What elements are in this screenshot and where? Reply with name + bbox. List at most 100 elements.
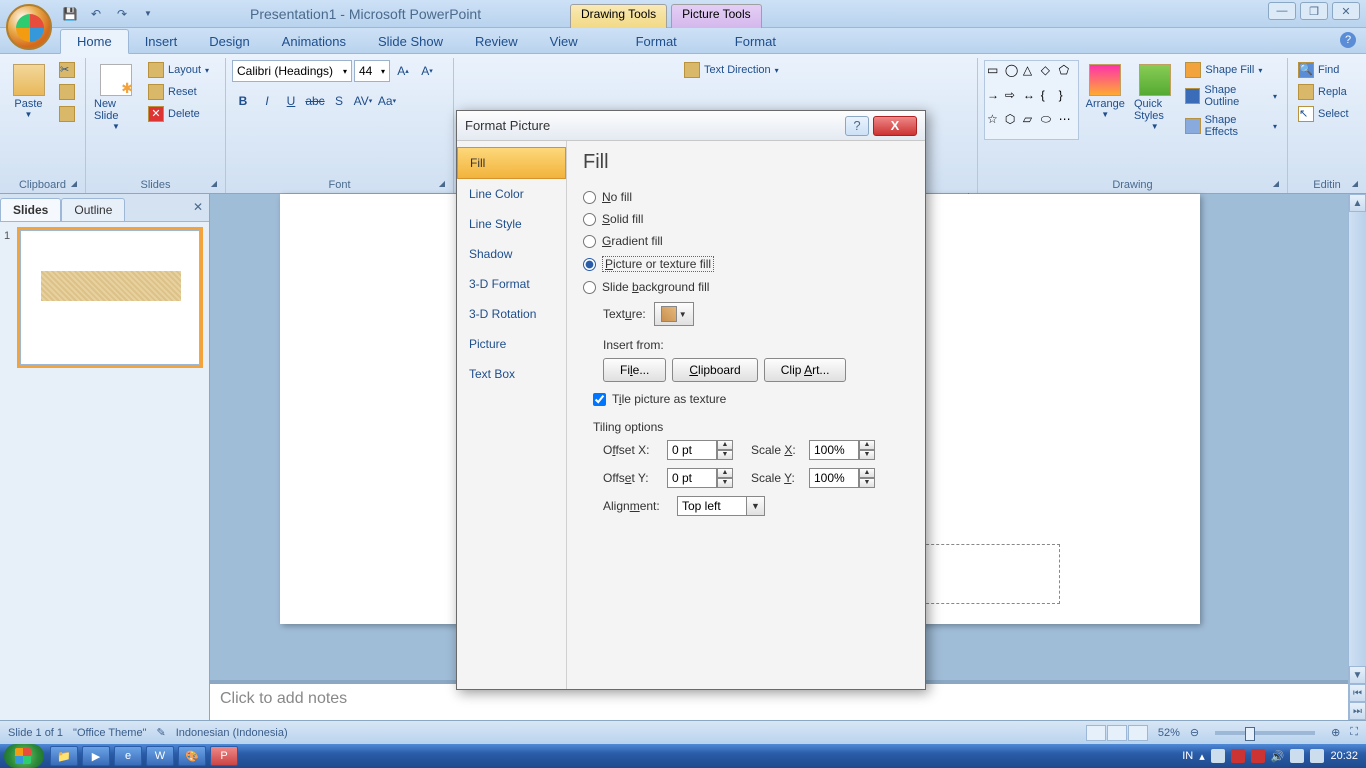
tray-icon[interactable] [1290, 749, 1304, 763]
nav-line-color[interactable]: Line Color [457, 179, 566, 209]
change-case-button[interactable]: Aa▾ [376, 90, 398, 112]
vertical-scrollbar[interactable]: ▲ ▼ ⏮ ⏭ [1348, 194, 1366, 720]
spin-down-icon[interactable]: ▼ [859, 450, 875, 460]
offset-y-spinner[interactable]: ▲▼ [667, 468, 733, 488]
offset-x-spinner[interactable]: ▲▼ [667, 440, 733, 460]
dialog-close-button[interactable]: X [873, 116, 917, 136]
shape-outline-button[interactable]: Shape Outline ▾ [1181, 82, 1281, 110]
zoom-level[interactable]: 52% [1158, 727, 1180, 739]
nav-shadow[interactable]: Shadow [457, 239, 566, 269]
zoom-in-button[interactable]: ⊕ [1331, 726, 1340, 739]
tile-checkbox[interactable] [593, 393, 606, 406]
dialog-titlebar[interactable]: Format Picture ? X [457, 111, 925, 141]
restore-button[interactable]: ❐ [1300, 2, 1328, 20]
tray-icon[interactable] [1251, 749, 1265, 763]
radio-gradient-fill[interactable]: Gradient fill [583, 230, 909, 252]
prev-slide-icon[interactable]: ⏮ [1349, 684, 1366, 702]
normal-view-button[interactable] [1086, 725, 1106, 741]
radio-slide-bg-fill[interactable]: Slide background fill [583, 276, 909, 298]
spin-down-icon[interactable]: ▼ [859, 478, 875, 488]
spin-up-icon[interactable]: ▲ [717, 440, 733, 450]
scale-x-spinner[interactable]: ▲▼ [809, 440, 875, 460]
radio-no-fill[interactable]: No fill [583, 186, 909, 208]
radio-picture-fill[interactable]: Picture or texture fill [583, 252, 909, 276]
spellcheck-icon[interactable]: ✎ [156, 726, 165, 739]
tab-animations[interactable]: Animations [266, 30, 362, 53]
chevron-down-icon[interactable]: ▼ [747, 496, 765, 516]
slide-thumbnail[interactable] [20, 230, 200, 365]
dialog-help-button[interactable]: ? [845, 116, 869, 136]
qat-dropdown-icon[interactable]: ▼ [138, 4, 158, 24]
tab-format-picture[interactable]: Format [719, 30, 792, 53]
tray-network-icon[interactable] [1310, 749, 1324, 763]
spin-up-icon[interactable]: ▲ [859, 440, 875, 450]
copy-button[interactable] [55, 82, 79, 102]
task-ie[interactable]: e [114, 746, 142, 766]
close-panel-icon[interactable]: ✕ [193, 200, 203, 214]
nav-3d-format[interactable]: 3-D Format [457, 269, 566, 299]
task-word[interactable]: W [146, 746, 174, 766]
zoom-slider[interactable] [1215, 731, 1315, 735]
tab-slideshow[interactable]: Slide Show [362, 30, 459, 53]
thumbnails[interactable]: 1 [0, 222, 209, 720]
clipboard-button[interactable]: Clipboard [672, 358, 757, 382]
quick-styles-button[interactable]: Quick Styles▼ [1132, 60, 1177, 135]
task-media[interactable]: ▶ [82, 746, 110, 766]
shape-effects-button[interactable]: Shape Effects ▾ [1181, 112, 1281, 140]
spin-down-icon[interactable]: ▼ [717, 478, 733, 488]
font-name-combo[interactable]: Calibri (Headings)▾ [232, 60, 352, 82]
select-button[interactable]: ↖Select [1294, 104, 1353, 124]
nav-text-box[interactable]: Text Box [457, 359, 566, 389]
scale-y-spinner[interactable]: ▲▼ [809, 468, 875, 488]
save-icon[interactable]: 💾 [60, 4, 80, 24]
minimize-button[interactable]: ― [1268, 2, 1296, 20]
tray-icon[interactable] [1231, 749, 1245, 763]
replace-button[interactable]: Repla [1294, 82, 1353, 102]
nav-3d-rotation[interactable]: 3-D Rotation [457, 299, 566, 329]
tab-view[interactable]: View [534, 30, 594, 53]
task-explorer[interactable]: 📁 [50, 746, 78, 766]
shrink-font-button[interactable]: A▾ [416, 60, 438, 82]
tab-design[interactable]: Design [193, 30, 265, 53]
format-painter-button[interactable] [55, 104, 79, 124]
arrange-button[interactable]: Arrange▼ [1083, 60, 1128, 123]
slideshow-view-button[interactable] [1128, 725, 1148, 741]
nav-line-style[interactable]: Line Style [457, 209, 566, 239]
font-size-combo[interactable]: 44▾ [354, 60, 390, 82]
picture-tools-tab[interactable]: Picture Tools [671, 4, 761, 28]
tray-icon[interactable] [1211, 749, 1225, 763]
tray-clock[interactable]: 20:32 [1330, 750, 1358, 762]
tray-arrow-icon[interactable]: ▴ [1199, 750, 1205, 763]
tab-slides[interactable]: Slides [0, 198, 61, 222]
grow-font-button[interactable]: A▴ [392, 60, 414, 82]
char-spacing-button[interactable]: AV▾ [352, 90, 374, 112]
text-direction-button[interactable]: Text Direction ▾ [680, 60, 783, 80]
new-slide-button[interactable]: ✱ New Slide ▼ [92, 60, 140, 135]
bold-button[interactable]: B [232, 90, 254, 112]
drawing-tools-tab[interactable]: Drawing Tools [570, 4, 667, 28]
spin-down-icon[interactable]: ▼ [717, 450, 733, 460]
spin-up-icon[interactable]: ▲ [859, 468, 875, 478]
nav-fill[interactable]: Fill [457, 147, 566, 179]
status-language[interactable]: Indonesian (Indonesia) [176, 727, 288, 739]
tile-checkbox-row[interactable]: Tile picture as texture [583, 386, 909, 412]
alignment-combo[interactable]: ▼ [677, 496, 765, 516]
office-button[interactable] [6, 4, 52, 50]
paste-button[interactable]: Paste ▼ [6, 60, 51, 123]
undo-icon[interactable]: ↶ [86, 4, 106, 24]
spin-up-icon[interactable]: ▲ [717, 468, 733, 478]
shape-fill-button[interactable]: Shape Fill ▾ [1181, 60, 1281, 80]
shapes-gallery[interactable]: ▭◯△◇⬠ →⇨↔{} ☆⬡▱⬭⋯ [984, 60, 1079, 140]
zoom-out-button[interactable]: ⊖ [1190, 726, 1199, 739]
tab-outline[interactable]: Outline [61, 198, 125, 222]
reset-button[interactable]: Reset [144, 82, 213, 102]
scroll-up-icon[interactable]: ▲ [1349, 194, 1366, 212]
redo-icon[interactable]: ↷ [112, 4, 132, 24]
tab-format-drawing[interactable]: Format [620, 30, 693, 53]
task-paint[interactable]: 🎨 [178, 746, 206, 766]
clipart-button[interactable]: Clip Art... [764, 358, 847, 382]
tray-lang[interactable]: IN [1182, 750, 1193, 762]
start-button[interactable] [4, 744, 44, 768]
scroll-down-icon[interactable]: ▼ [1349, 666, 1366, 684]
delete-button[interactable]: ✕Delete [144, 104, 213, 124]
